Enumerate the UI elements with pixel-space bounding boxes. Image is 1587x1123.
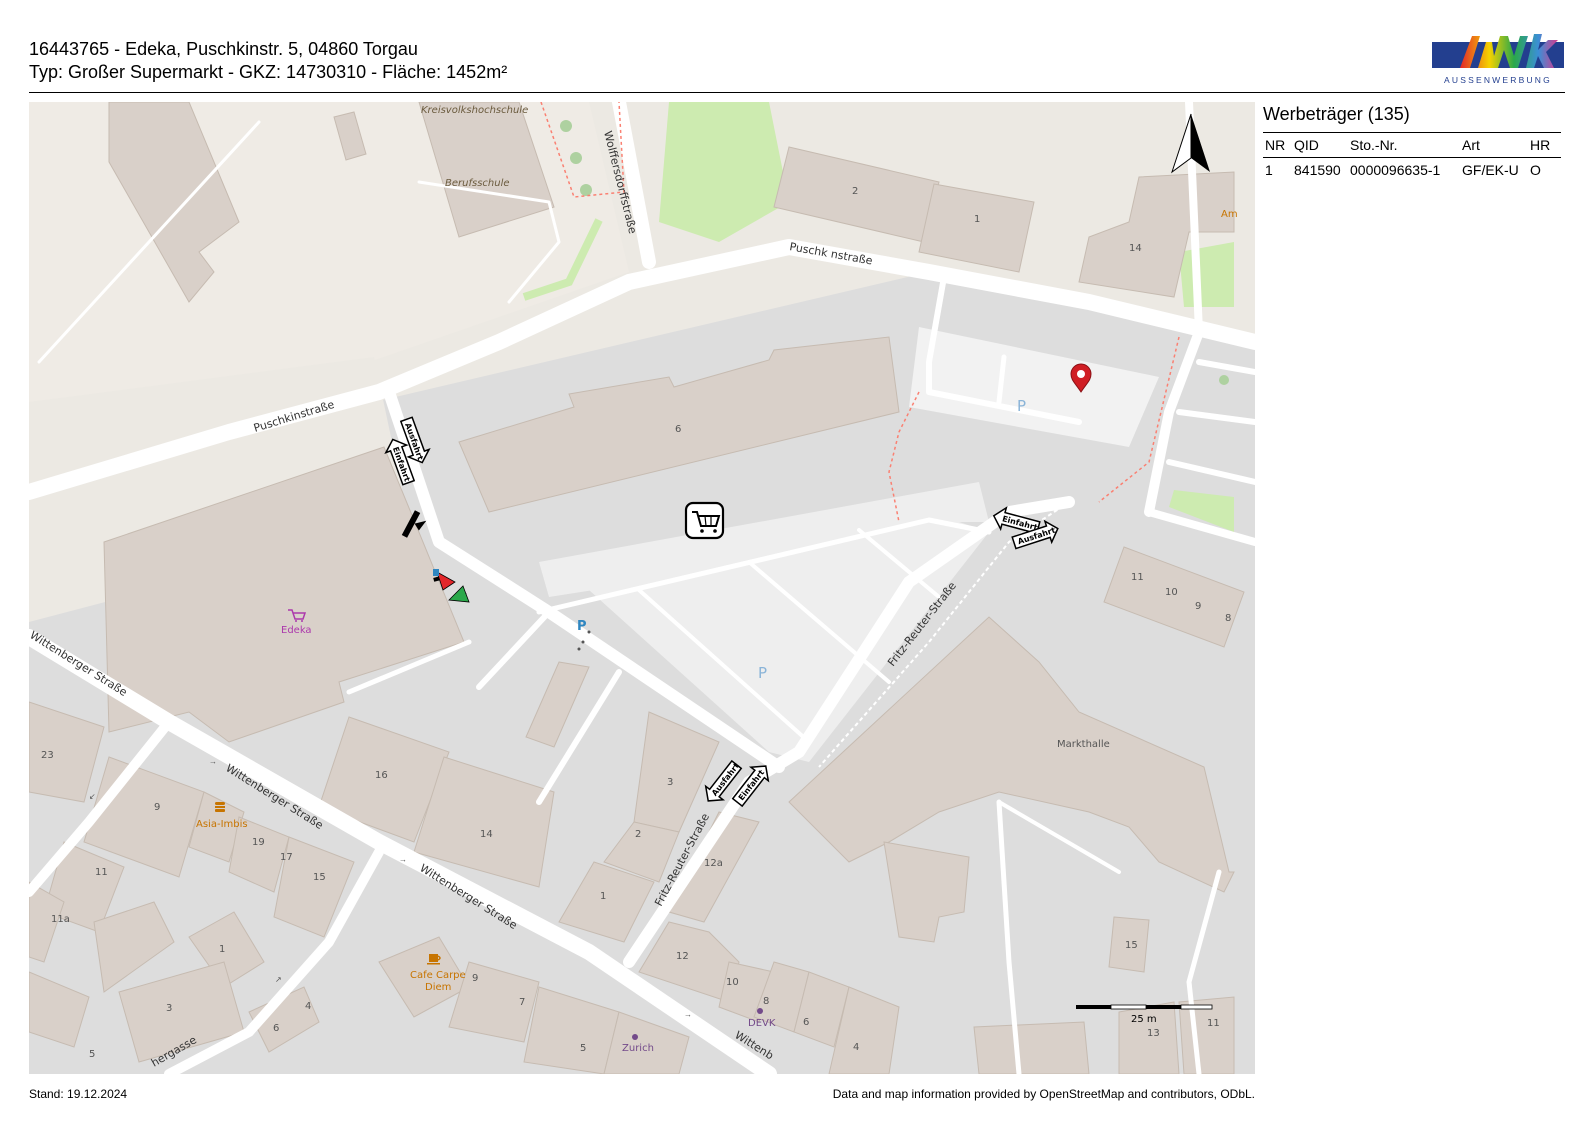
place-label: Berufsschule [445,178,510,189]
cell-hr: O [1530,162,1541,178]
parking-sign-icon [433,569,439,576]
house-number: 2 [852,186,858,197]
bicycle-parking-icon: P [577,619,587,634]
house-number: 14 [480,829,493,840]
house-number: 10 [726,977,739,988]
house-number: 1 [219,944,225,955]
column-header-hr: HR [1530,137,1551,153]
bollard-icon [581,640,585,644]
header-title-line2: Typ: Großer Supermarkt - GKZ: 14730310 -… [29,62,508,82]
tree-icon [580,184,592,196]
werbetraeger-title: Werbeträger (135) [1263,104,1410,124]
house-number: 3 [166,1003,172,1014]
stand-date: Stand: 19.12.2024 [29,1087,128,1101]
house-number: 15 [1125,940,1138,951]
house-number: 4 [853,1042,859,1053]
building [918,183,1035,273]
header-divider [29,92,1565,93]
house-number: 16 [375,770,388,781]
house-number: 7 [519,997,525,1008]
header-title-line1: 16443765 - Edeka, Puschkinstr. 5, 04860 … [29,39,418,59]
house-number: 12a [704,858,723,869]
house-number: 4 [305,1001,311,1012]
house-number: 13 [1147,1028,1160,1039]
table-header-row: NR QID Sto.-Nr. Art HR [1263,132,1561,158]
house-number: 11a [51,914,70,925]
place-label: Am [1221,209,1238,220]
oneway-arrow-icon: ↗ [275,975,282,984]
street-label: Puschk nstraße [788,240,873,267]
poi-label-zurich: Zurich [622,1043,654,1054]
bollard-icon [587,630,591,634]
bollard-icon [577,647,581,651]
house-number: 11 [1131,572,1144,583]
house-number: 14 [1129,243,1142,254]
poi-label-cafe-2: Diem [425,982,451,993]
house-number: 8 [1225,613,1231,624]
column-header-nr: NR [1265,137,1286,153]
tree-icon [1219,375,1229,385]
fast-food-icon [215,802,225,812]
place-label: Markthalle [1057,739,1110,750]
poi-label-devk: DEVK [748,1018,776,1029]
house-number: 17 [280,852,293,863]
house-number: 11 [1207,1018,1220,1029]
house-number: 5 [580,1043,586,1054]
oneway-arrow-icon: → [209,757,217,766]
parking-icon: P [758,664,767,682]
poi-label-asia-imbis: Asia-Imbis [196,819,248,830]
house-number: 9 [472,973,478,984]
green-area [1179,242,1234,307]
logo-tagline: AUSSENWERBUNG [1444,75,1552,85]
cell-qid: 841590 [1294,162,1341,178]
tree-icon [560,120,572,132]
house-number: 1 [974,214,980,225]
map-view[interactable]: Puschkinstraße Puschk nstraße Wolffersdo… [29,102,1255,1074]
house-number: 6 [675,424,681,435]
building [973,1021,1090,1074]
house-number: 2 [635,829,641,840]
column-header-art: Art [1462,137,1480,153]
column-header-sto-nr: Sto.-Nr. [1350,137,1398,153]
table-row[interactable]: 1 841590 0000096635-1 GF/EK-U O [1263,158,1561,182]
house-number: 11 [95,867,108,878]
house-number: 6 [273,1023,279,1034]
column-header-qid: QID [1294,137,1319,153]
house-number: 1 [600,891,606,902]
map-attribution: Data and map information provided by Ope… [832,1087,1255,1101]
place-label: Kreisvolkshochschule [421,105,528,116]
house-number: 9 [1195,601,1201,612]
poi-label-edeka: Edeka [281,625,312,636]
oneway-arrow-icon: ↙ [89,792,96,801]
green-area [659,102,789,242]
house-number: 3 [667,777,673,788]
oneway-arrow-icon: → [684,1010,692,1019]
house-number: 6 [803,1017,809,1028]
house-number: 9 [154,802,160,813]
office-icon [757,1008,763,1014]
house-number: 15 [313,872,326,883]
parking-icon: P [1017,397,1026,415]
cell-art: GF/EK-U [1462,162,1519,178]
cell-sto-nr: 0000096635-1 [1350,162,1441,178]
house-number: 8 [763,996,769,1007]
poi-label-cafe: Cafe Carpe [410,970,466,981]
house-number: 10 [1165,587,1178,598]
oneway-arrow-icon: → [399,855,407,864]
cell-nr: 1 [1265,162,1273,178]
supermarket-cart-icon[interactable] [684,501,725,540]
house-number: 12 [676,951,689,962]
scale-label: 25 m [1131,1014,1157,1025]
house-number: 23 [41,750,54,761]
house-number: 5 [89,1049,95,1060]
tree-icon [570,152,582,164]
office-icon [632,1034,638,1040]
werbetraeger-table: NR QID Sto.-Nr. Art HR 1 841590 00000966… [1263,132,1561,182]
house-number: 19 [252,837,265,848]
